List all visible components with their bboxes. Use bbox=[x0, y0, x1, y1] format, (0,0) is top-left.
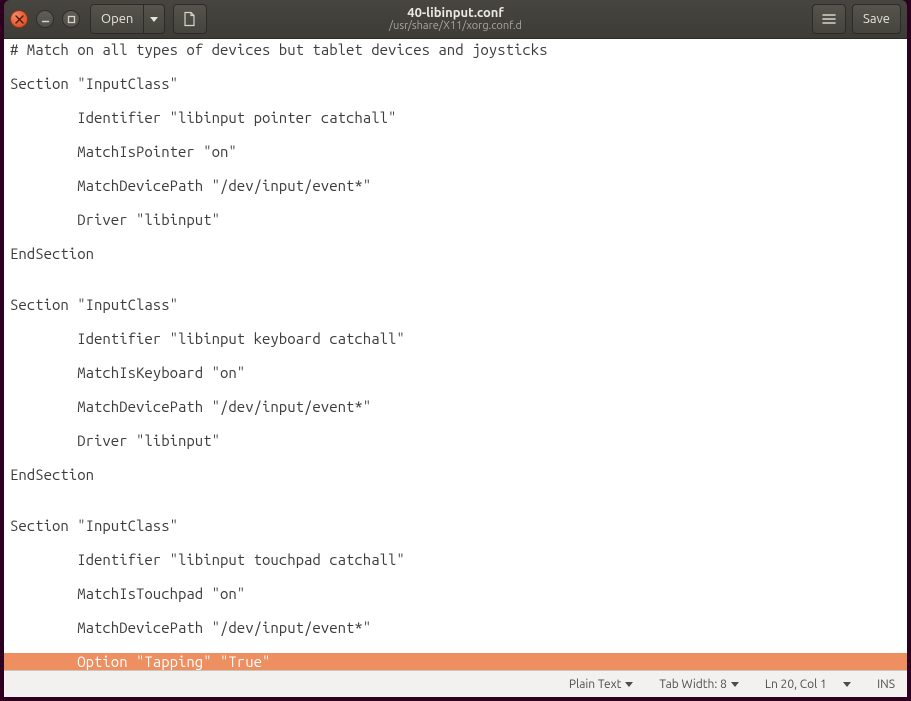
chevron-down-icon bbox=[843, 682, 851, 687]
editor-line[interactable]: Section "InputClass" bbox=[4, 296, 907, 313]
editor-line[interactable]: MatchDevicePath "/dev/input/event*" bbox=[4, 177, 907, 194]
editor-line[interactable]: MatchDevicePath "/dev/input/event*" bbox=[4, 619, 907, 636]
status-bar: Plain Text Tab Width: 8 Ln 20, Col 1 INS bbox=[4, 670, 907, 697]
editor-line[interactable]: MatchDevicePath "/dev/input/event*" bbox=[4, 398, 907, 415]
new-document-button[interactable] bbox=[173, 4, 207, 34]
window-close-button[interactable] bbox=[10, 10, 28, 28]
document-title: 40-libinput.conf bbox=[407, 6, 504, 20]
open-recent-button[interactable] bbox=[144, 4, 165, 34]
save-button[interactable]: Save bbox=[852, 4, 901, 34]
window-maximize-button[interactable] bbox=[62, 10, 80, 28]
editor-line[interactable]: Driver "libinput" bbox=[4, 211, 907, 228]
editor-line[interactable]: Section "InputClass" bbox=[4, 75, 907, 92]
open-button[interactable]: Open bbox=[90, 4, 144, 34]
menu-button[interactable] bbox=[812, 4, 846, 34]
tab-width-selector[interactable]: Tab Width: 8 bbox=[659, 678, 738, 691]
editor-line[interactable]: Identifier "libinput pointer catchall" bbox=[4, 109, 907, 126]
editor-line[interactable]: EndSection bbox=[4, 466, 907, 483]
editor-line[interactable]: Identifier "libinput keyboard catchall" bbox=[4, 330, 907, 347]
editor-line[interactable]: EndSection bbox=[4, 245, 907, 262]
text-editor[interactable]: # Match on all types of devices but tabl… bbox=[4, 39, 907, 670]
open-button-group: Open bbox=[90, 4, 165, 34]
cursor-position-selector[interactable]: Ln 20, Col 1 bbox=[765, 678, 851, 691]
hamburger-icon bbox=[821, 11, 837, 27]
chevron-down-icon bbox=[150, 17, 158, 22]
syntax-selector[interactable]: Plain Text bbox=[569, 678, 634, 691]
document-path: /usr/share/X11/xorg.conf.d bbox=[389, 20, 522, 32]
insert-mode-toggle[interactable]: INS bbox=[877, 678, 895, 691]
open-button-label: Open bbox=[101, 12, 133, 26]
window-minimize-button[interactable] bbox=[36, 10, 54, 28]
insert-mode-label: INS bbox=[877, 678, 895, 691]
editor-line[interactable]: MatchIsPointer "on" bbox=[4, 143, 907, 160]
editor-line[interactable]: # Match on all types of devices but tabl… bbox=[4, 41, 907, 58]
cursor-position-label: Ln 20, Col 1 bbox=[765, 678, 827, 691]
editor-line[interactable]: MatchIsKeyboard "on" bbox=[4, 364, 907, 381]
editor-line[interactable]: Driver "libinput" bbox=[4, 432, 907, 449]
window-controls bbox=[10, 10, 80, 28]
chevron-down-icon bbox=[731, 682, 739, 687]
document-content[interactable]: # Match on all types of devices but tabl… bbox=[4, 41, 907, 670]
editor-line[interactable]: MatchIsTouchpad "on" bbox=[4, 585, 907, 602]
editor-line[interactable]: Identifier "libinput touchpad catchall" bbox=[4, 551, 907, 568]
chevron-down-icon bbox=[625, 682, 633, 687]
header-bar: Open 40-libinput.conf /usr/share/X11/xor… bbox=[4, 0, 907, 39]
tab-width-label: Tab Width: 8 bbox=[659, 678, 726, 691]
editor-line[interactable]: Section "InputClass" bbox=[4, 517, 907, 534]
syntax-label: Plain Text bbox=[569, 678, 622, 691]
editor-line[interactable]: Option "Tapping" "True" bbox=[4, 653, 907, 670]
new-document-icon bbox=[182, 11, 198, 27]
save-button-label: Save bbox=[863, 12, 890, 26]
